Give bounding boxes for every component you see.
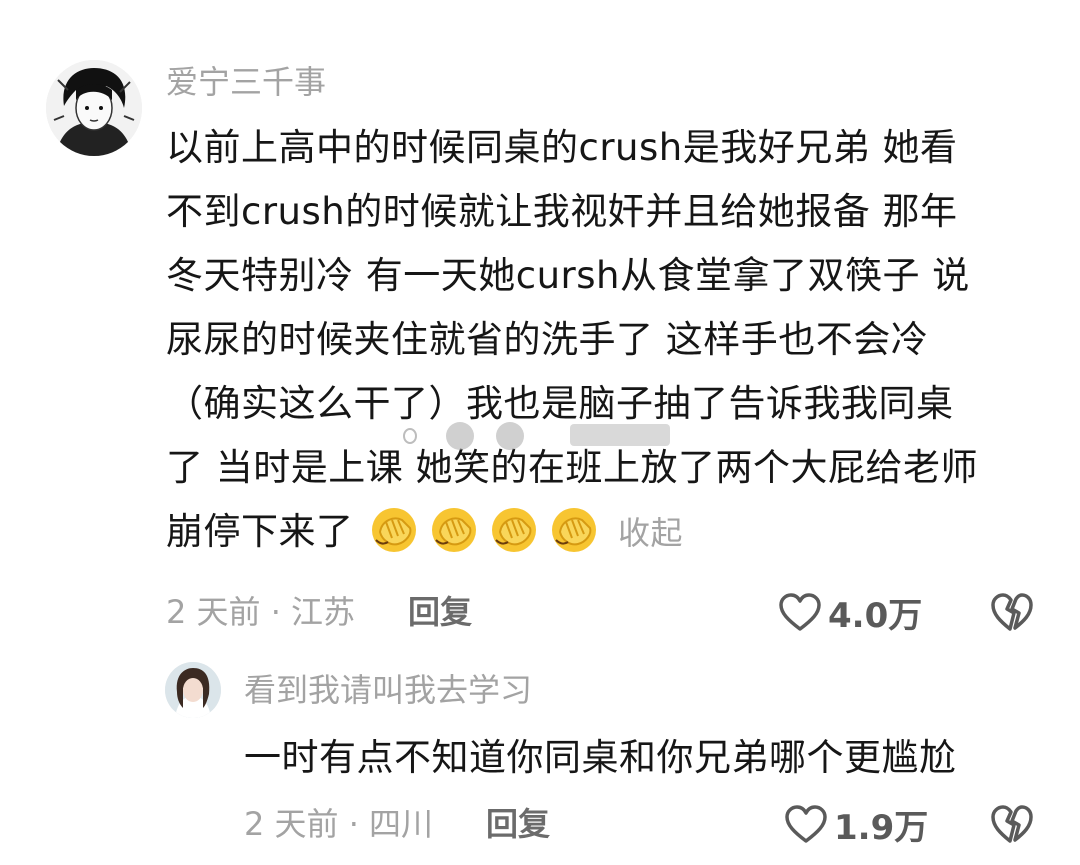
avatar[interactable] xyxy=(46,60,142,156)
comment-text: 一时有点不知道你同桌和你兄弟哪个更尴尬 xyxy=(244,736,957,779)
facepalm-emoji xyxy=(366,502,422,554)
dislike-button[interactable] xyxy=(990,803,1034,845)
timestamp-location: 2 天前 · 四川 xyxy=(244,805,434,843)
like-count: 4.0万 xyxy=(828,595,923,636)
like-button[interactable]: 1.9万 xyxy=(784,800,928,848)
comment-line: 冬天特别冷 有一天她cursh从食堂拿了双筷子 说 xyxy=(166,254,970,297)
comment-line: 尿尿的时候夹住就省的洗手了 这样手也不会冷 xyxy=(166,318,929,361)
watermark-overlay xyxy=(403,422,670,450)
reply-button[interactable]: 回复 xyxy=(408,588,472,636)
broken-heart-icon xyxy=(991,805,1033,843)
heart-outline-icon xyxy=(785,805,827,843)
reply-button[interactable]: 回复 xyxy=(486,800,550,848)
comment-text: 以前上高中的时候同桌的crush是我好兄弟 她看 不到crush的时候就让我视奸… xyxy=(166,116,1046,565)
avatar[interactable] xyxy=(165,662,221,718)
comment-actions: 2 天前 · 四川 回复 1.9万 xyxy=(0,800,1080,848)
facepalm-emoji xyxy=(486,502,542,554)
heart-outline-icon xyxy=(779,593,821,631)
facepalm-emoji xyxy=(426,502,482,554)
like-button[interactable]: 4.0万 xyxy=(778,588,922,636)
comment-last-line: 崩停下来了 收起 xyxy=(166,500,1046,565)
comment-actions: 2 天前 · 江苏 回复 4.0万 xyxy=(0,588,1080,636)
facepalm-emoji xyxy=(546,502,602,554)
username[interactable]: 爱宁三千事 xyxy=(166,66,326,98)
comment-line: 不到crush的时候就让我视奸并且给她报备 那年 xyxy=(166,190,958,233)
like-count: 1.9万 xyxy=(834,807,929,848)
dislike-button[interactable] xyxy=(990,591,1034,633)
broken-heart-icon xyxy=(991,593,1033,631)
comment-line: 以前上高中的时候同桌的crush是我好兄弟 她看 xyxy=(166,126,958,169)
collapse-button[interactable]: 收起 xyxy=(618,514,683,552)
timestamp-location: 2 天前 · 江苏 xyxy=(166,593,356,631)
username[interactable]: 看到我请叫我去学习 xyxy=(244,674,532,706)
comment-line: 崩停下来了 xyxy=(166,510,354,553)
